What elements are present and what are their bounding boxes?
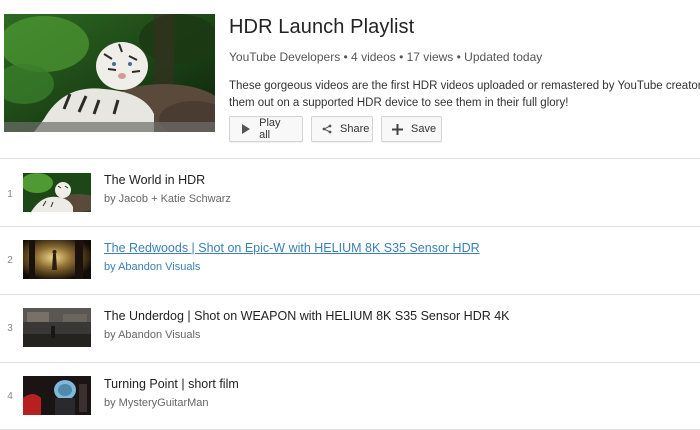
video-thumbnail[interactable] [23,240,91,279]
plus-icon [392,123,403,135]
video-author: by Jacob + Katie Schwarz [104,193,231,205]
play-all-button[interactable]: Play all [229,116,303,142]
video-title[interactable]: The Underdog | Shot on WEAPON with HELIU… [104,309,510,323]
item-index: 1 [7,189,13,200]
item-index: 3 [7,323,13,334]
description-line-2: them out on a supported HDR device to se… [229,97,569,109]
playlist-actions: Play all Share Save [229,116,442,142]
turning-point-thumbnail-image [23,376,91,415]
share-icon [322,123,332,135]
underdog-thumbnail-image [23,308,91,347]
description-line-1: These gorgeous videos are the first HDR … [229,80,700,92]
playlist-thumbnail[interactable] [4,14,215,132]
share-button[interactable]: Share [311,116,373,142]
playlist-description: These gorgeous videos are the first HDR … [229,78,700,112]
play-icon [240,123,251,135]
playlist-meta: YouTube Developers • 4 videos • 17 views… [229,50,543,64]
video-author[interactable]: by Abandon Visuals [104,261,200,273]
video-title[interactable]: Turning Point | short film [104,377,239,391]
save-button[interactable]: Save [381,116,442,142]
redwoods-thumbnail-image [23,240,91,279]
item-index: 4 [7,391,13,402]
playlist-title: HDR Launch Playlist [229,16,415,38]
playlist-item[interactable]: 4 Turning Point | short film by MysteryG… [0,363,700,430]
playlist-item[interactable]: 1 The World in HDR by Jacob + Katie Schw… [0,159,700,226]
playlist-header: HDR Launch Playlist YouTube Developers •… [0,0,700,158]
playlist-item[interactable]: 2 The Redwoods | Shot on Epic-W with HEL… [0,227,700,294]
video-thumbnail[interactable] [23,308,91,347]
video-author: by MysteryGuitarMan [104,397,209,409]
video-thumbnail[interactable] [23,376,91,415]
video-thumbnail[interactable] [23,173,91,212]
save-label: Save [411,123,437,135]
video-author: by Abandon Visuals [104,329,201,341]
video-title-link[interactable]: The Redwoods | Shot on Epic-W with HELIU… [104,241,480,255]
tiger-thumbnail-image [23,173,91,212]
share-label: Share [340,123,370,135]
tiger-image [4,14,215,132]
playlist-item[interactable]: 3 The Underdog | Shot on WEAPON with HEL… [0,295,700,362]
item-index: 2 [7,255,13,266]
play-all-label: Play all [259,117,281,141]
video-title[interactable]: The World in HDR [104,173,205,187]
